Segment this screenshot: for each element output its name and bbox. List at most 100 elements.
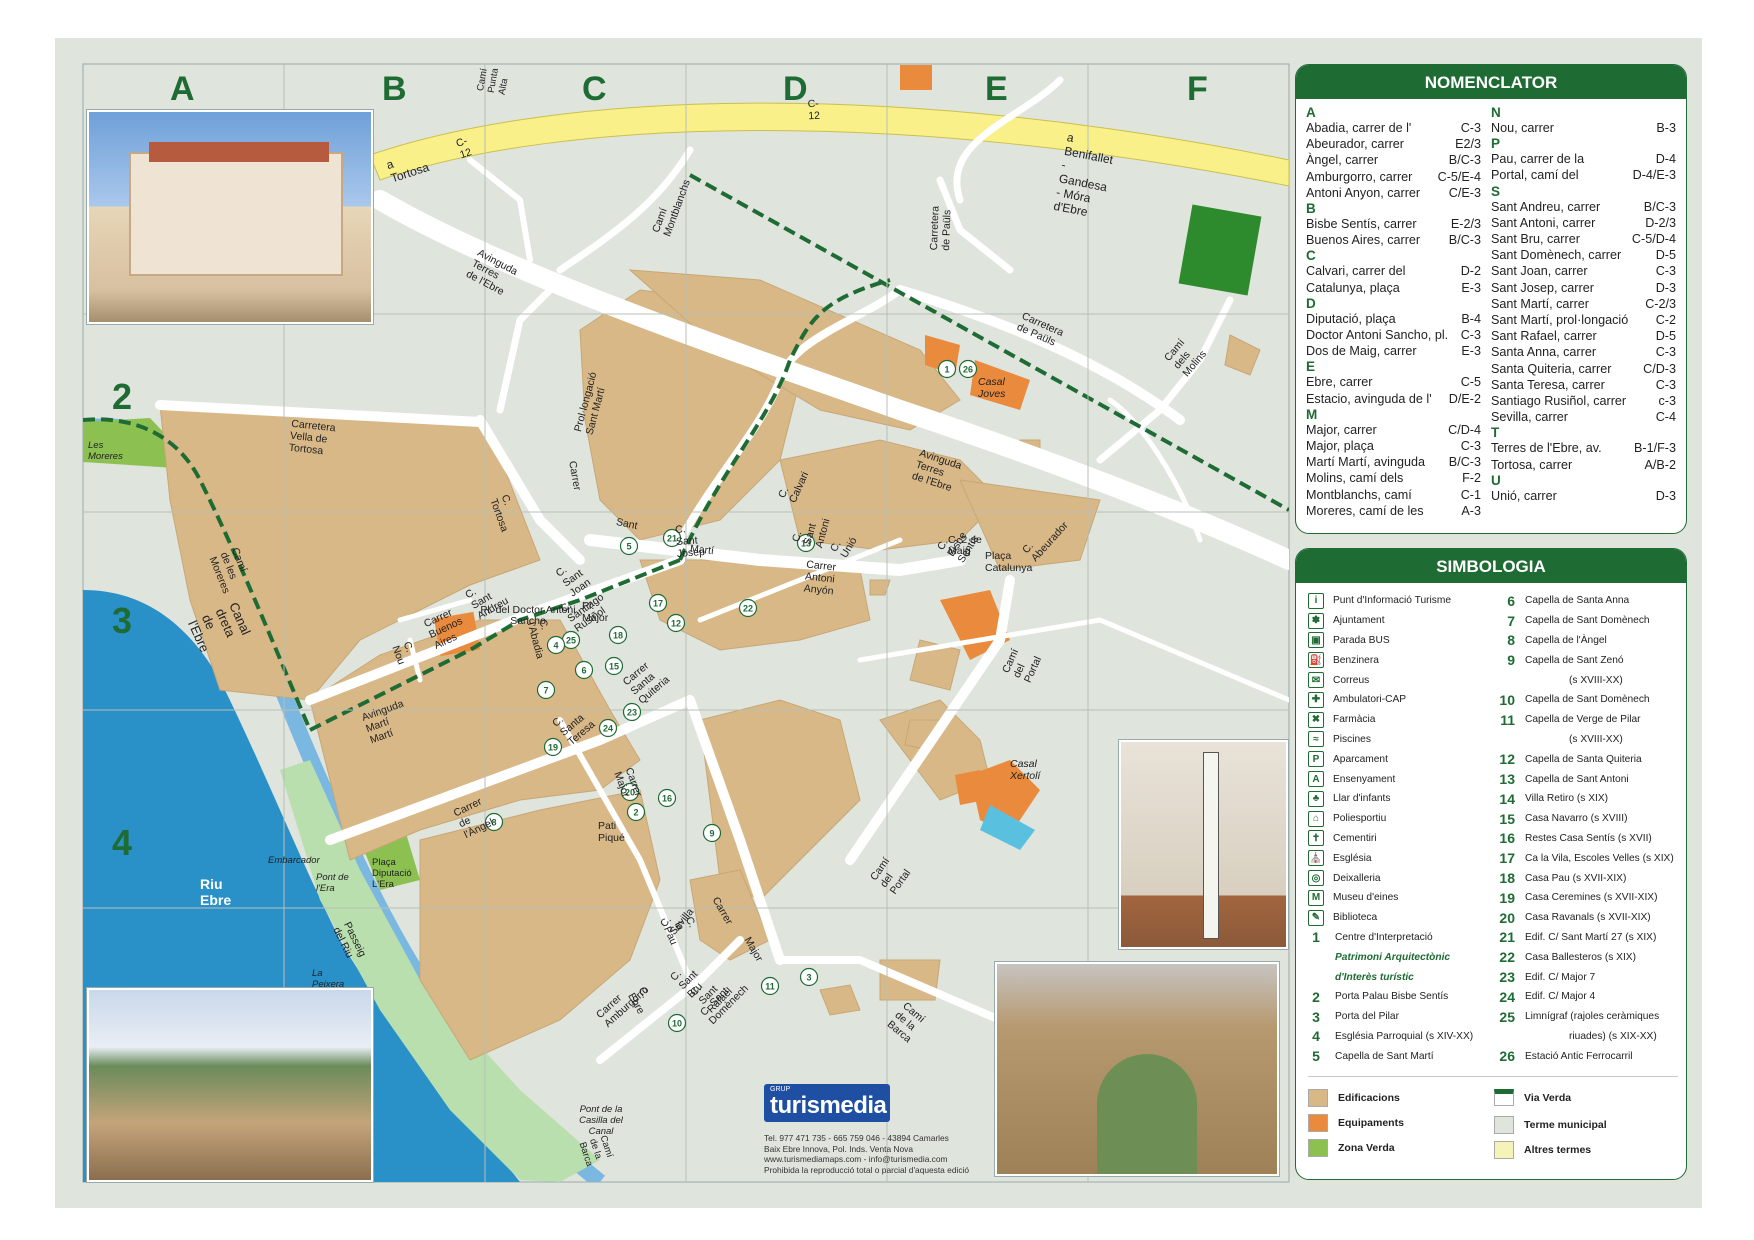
- heritage-entry: 20 Casa Ravanals (s XVII-XIX): [1493, 908, 1678, 928]
- simbologia-panel: SIMBOLOGIA i Punt d'Informació Turisme ✽ Aj…: [1295, 548, 1687, 1180]
- grid-reference: E-2/3: [1450, 217, 1481, 232]
- heritage-entry: 18 Casa Pau (s XVII-XIX): [1493, 868, 1678, 888]
- grid-reference: D-2: [1460, 264, 1481, 279]
- street-name: Santa Quiteria, carrer: [1491, 361, 1612, 376]
- nomenclator-entry: Major, plaça C-3: [1306, 438, 1481, 454]
- symbol-label: Capella de Sant Antoni: [1525, 773, 1629, 785]
- heritage-number: 10: [1499, 691, 1515, 708]
- grid-reference: C-2/3: [1645, 296, 1676, 311]
- street-name: Molins, camí dels: [1306, 471, 1404, 486]
- heritage-entry: 21 Edif. C/ Sant Martí 27 (s XIX): [1493, 928, 1678, 948]
- grid-reference: D-5: [1655, 248, 1676, 263]
- heritage-number: 14: [1499, 790, 1515, 807]
- town-hall-icon: ✽: [1308, 612, 1324, 629]
- heritage-number: 21: [1499, 929, 1515, 946]
- place-label-la-peixera: La Peixera: [312, 968, 345, 990]
- recycling-icon: ◎: [1308, 870, 1324, 887]
- nomenclator-entry: Sevilla, carrer C-4: [1491, 409, 1676, 425]
- heritage-entry: 23 Edif. C/ Major 7: [1493, 967, 1678, 987]
- symbol-label: Edif. C/ Major 7: [1525, 971, 1596, 983]
- heritage-entry: 7 Capella de Sant Domènech: [1493, 611, 1678, 631]
- symbol-label: Museu d'eines: [1333, 892, 1399, 904]
- street-name: Catalunya, plaça: [1306, 280, 1400, 295]
- bus-icon: ▣: [1308, 632, 1324, 649]
- street-name: Sant Andreu, carrer: [1491, 199, 1601, 214]
- credits-line: Baix Ebre Innova, Pol. Inds. Venta Nova: [764, 1143, 913, 1154]
- grid-reference: B/C-3: [1643, 199, 1676, 214]
- legend-terme: Terme municipal: [1494, 1116, 1607, 1134]
- road-label-casal-joves: Casal Joves: [978, 376, 1006, 400]
- symbol-label: Centre d'Interpretació: [1335, 931, 1433, 943]
- road-label-paulis: Carretera de Paüls: [928, 205, 954, 251]
- heritage-number: 3: [1312, 1008, 1320, 1025]
- nomenclator-entry: Estacio, avinguda de l' D/E-2: [1306, 391, 1481, 407]
- heritage-number: 24: [1499, 988, 1515, 1005]
- legend-via-verda: Via Verda: [1494, 1089, 1571, 1106]
- heritage-entry: 16 Restes Casa Sentís (s XVII): [1493, 829, 1678, 849]
- grid-reference: C-1: [1460, 487, 1481, 502]
- photo-porta-pilar: [994, 961, 1280, 1177]
- grid-reference: B/C-3: [1448, 455, 1481, 470]
- road-label-pl-major: Pl. Major: [582, 600, 609, 624]
- nomenclator-letter: U: [1491, 472, 1501, 488]
- grid-row-4: 4: [112, 822, 133, 863]
- nomenclator-entry: Santa Quiteria, carrer C/D-3: [1491, 361, 1676, 377]
- legend-swatch: [1494, 1089, 1514, 1106]
- place-label-riu-ebre: Riu Ebre: [200, 876, 232, 908]
- nomenclator-entry: Santa Anna, carrer C-3: [1491, 344, 1676, 360]
- symbol-label: Capella de Verge de Pilar: [1525, 714, 1641, 726]
- street-name: Martí Martí, avinguda: [1306, 455, 1425, 470]
- symbol-label: Casa Navarro (s XVIII): [1525, 813, 1628, 825]
- legend-label: Via Verda: [1524, 1091, 1572, 1104]
- street-name: Doctor Antoni Sancho, pl.: [1306, 328, 1449, 343]
- heritage-number: 26: [1499, 1048, 1515, 1065]
- street-name: Terres de l'Ebre, av.: [1491, 441, 1602, 456]
- place-label-placa-diputacio: Plaça Diputació L'Era: [372, 857, 412, 890]
- street-name: Sant Martí, prol·longació: [1491, 313, 1629, 328]
- symbol-entry: ✖ Farmàcia: [1308, 710, 1493, 730]
- simbologia-column-right: 6 Capella de Santa Anna 7 Capella de Sant D…: [1493, 591, 1678, 1066]
- street-name: Sant Joan, carrer: [1491, 264, 1588, 279]
- road-label-c-sant-josep: C. Sant Josep: [674, 523, 706, 560]
- symbol-label: Porta del Pilar: [1335, 1011, 1399, 1023]
- symbol-entry: ✚ Ambulatori-CAP: [1308, 690, 1493, 710]
- road-label-antoni-anyon: Carrer Antoni Anyón: [803, 558, 837, 598]
- symbol-label: (s XVIII-XX): [1569, 733, 1623, 745]
- nomenclator-entry: Abeurador, carrer E2/3: [1306, 136, 1481, 152]
- heritage-number: 23: [1499, 969, 1515, 986]
- street-name: Antoni Anyon, carrer: [1306, 185, 1421, 200]
- photo-station-building: [86, 109, 374, 325]
- heritage-entry-continuation: (s XVIII-XX): [1493, 730, 1678, 750]
- heritage-marker-number: 16: [662, 794, 672, 804]
- nomenclator-entry: Terres de l'Ebre, av. B-1/F-3: [1491, 440, 1676, 456]
- street-name: Amburgorro, carrer: [1306, 169, 1413, 184]
- symbol-label: Ca la Vila, Escoles Velles (s XIX): [1525, 852, 1674, 864]
- street-name: Montblanchs, camí: [1306, 487, 1412, 502]
- symbol-label: Edif. C/ Major 4: [1525, 991, 1596, 1003]
- street-name: Ebre, carrer: [1306, 375, 1373, 390]
- grid-col-f: F: [1187, 70, 1208, 108]
- nomenclator-letter: E: [1306, 359, 1316, 375]
- heritage-marker-number: 17: [653, 599, 663, 609]
- nomenclator-entry: Sant Domènech, carrer D-5: [1491, 247, 1676, 263]
- street-name: Diputació, plaça: [1306, 311, 1396, 326]
- building-shape: [129, 152, 343, 276]
- symbol-label: Església Parroquial (s XIV-XX): [1335, 1030, 1474, 1042]
- nomenclator-letter: T: [1491, 425, 1500, 441]
- legend-label: Altres termes: [1524, 1144, 1592, 1156]
- symbol-label: Restes Casa Sentís (s XVII): [1525, 832, 1652, 844]
- grid-reference: E-3: [1461, 344, 1481, 359]
- grid-reference: C-4: [1655, 410, 1676, 425]
- heritage-entry: 24 Edif. C/ Major 4: [1493, 987, 1678, 1007]
- credits-line: Tel. 977 471 735 - 665 759 046 - 43894 C…: [764, 1133, 949, 1143]
- heritage-marker-number: 9: [709, 829, 714, 839]
- nomenclator-entry: Sant Rafael, carrer D-5: [1491, 328, 1676, 344]
- street-name: Santa Anna, carrer: [1491, 345, 1597, 360]
- heritage-entry: 4 Església Parroquial (s XIV-XX): [1308, 1027, 1493, 1047]
- heritage-marker-number: 18: [613, 631, 623, 641]
- heritage-entry: 14 Villa Retiro (s XIX): [1493, 789, 1678, 809]
- street-name: Estacio, avinguda de l': [1306, 391, 1432, 406]
- street-name: Nou, carrer: [1491, 121, 1554, 135]
- grid-reference: D/E-2: [1448, 391, 1481, 406]
- grid-reference: C-5: [1460, 375, 1481, 390]
